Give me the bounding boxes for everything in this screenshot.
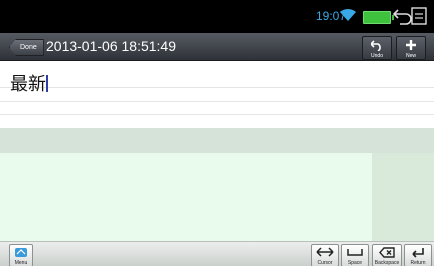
ruled-line <box>0 87 434 88</box>
status-bar: 19:07 <box>0 0 434 33</box>
note-text-content: 最新 <box>10 74 46 95</box>
cursor-label: Cursor <box>317 260 333 266</box>
wifi-icon <box>340 8 356 21</box>
done-button[interactable]: Done <box>9 39 44 56</box>
menu-button[interactable]: Menu <box>9 244 33 266</box>
toolbar: Done 2013-01-06 18:51:49 Undo New <box>0 33 434 61</box>
cursor-arrows-icon <box>316 247 334 257</box>
ruled-line <box>0 114 434 115</box>
battery-icon <box>363 11 394 24</box>
backspace-button[interactable]: Backspace <box>372 244 402 266</box>
return-icon <box>412 248 424 258</box>
undo-icon <box>371 40 381 51</box>
space-icon <box>347 249 363 256</box>
undo-label: Undo <box>371 53 383 59</box>
space-button[interactable]: Space <box>341 244 369 266</box>
menu-label: Menu <box>14 260 28 266</box>
plus-icon <box>406 40 416 50</box>
bottom-bar: Menu Cursor Space Backspace Return <box>0 241 434 266</box>
note-text[interactable]: 最新 <box>10 70 48 96</box>
green-panel-right <box>372 153 434 241</box>
return-label: Return <box>410 260 426 266</box>
menu-icon <box>15 248 27 257</box>
space-label: Space <box>347 260 363 266</box>
editor-area[interactable]: 最新 <box>0 61 434 241</box>
new-label: New <box>405 53 416 59</box>
recent-apps-icon[interactable] <box>410 6 428 26</box>
note-title: 2013-01-06 18:51:49 <box>46 38 176 54</box>
text-cursor <box>46 75 48 92</box>
backspace-icon <box>379 247 395 258</box>
cursor-button[interactable]: Cursor <box>311 244 339 266</box>
new-button[interactable]: New <box>396 36 426 60</box>
screen: 19:07 Done 2013-01-06 18:51:49 Undo New … <box>0 0 434 266</box>
green-panel <box>0 153 372 241</box>
highlight-band <box>0 128 434 153</box>
return-button[interactable]: Return <box>404 244 432 266</box>
backspace-label: Backspace <box>374 260 400 266</box>
ruled-line <box>0 101 434 102</box>
undo-button[interactable]: Undo <box>362 36 392 60</box>
